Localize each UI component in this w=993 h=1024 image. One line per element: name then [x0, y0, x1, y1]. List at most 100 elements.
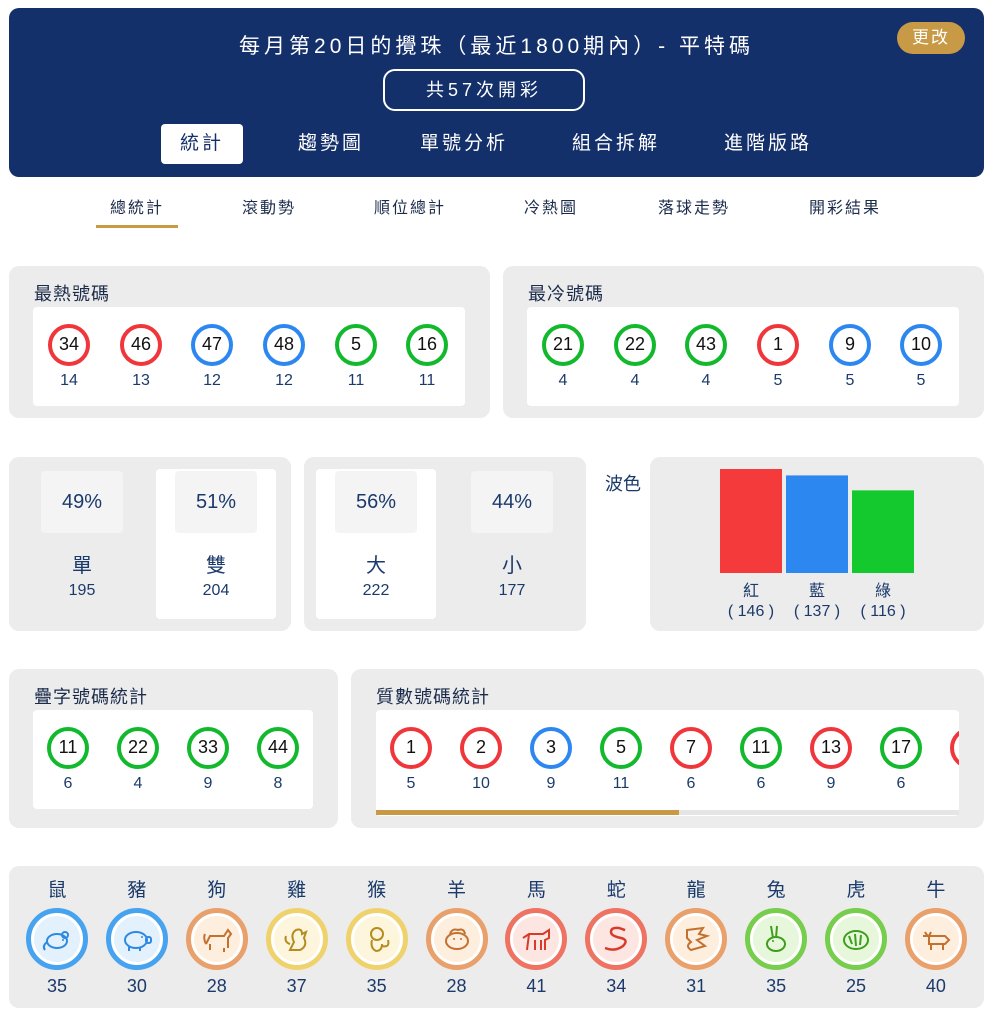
- even-percent: 51%: [175, 471, 257, 533]
- number-ball: 17: [880, 727, 922, 769]
- list-item[interactable]: 5 11: [326, 324, 386, 390]
- list-item[interactable]: 22 4: [108, 727, 168, 793]
- snake-icon: [604, 926, 628, 951]
- subtab-rolling[interactable]: 滾動勢: [228, 192, 310, 228]
- sub-tabs: 總統計 滾動勢 順位總計 冷熱圖 落球走勢 開彩結果: [0, 192, 993, 232]
- pig-icon: [123, 931, 152, 951]
- prime-numbers-list[interactable]: 15 2 10 39 5 11 76 11 6 13 9 17 6: [376, 710, 959, 816]
- list-item[interactable]: 48 12: [254, 324, 314, 390]
- subtab-rank-total[interactable]: 順位總計: [364, 192, 456, 228]
- tab-trend-chart[interactable]: 趨勢圖: [271, 124, 391, 164]
- subtab-results[interactable]: 開彩結果: [798, 192, 892, 228]
- list-item[interactable]: 33 9: [178, 727, 238, 793]
- goat-icon: [433, 916, 480, 962]
- zodiac-item[interactable]: 馬 41: [503, 877, 569, 997]
- number-ball: 47: [191, 324, 233, 366]
- wave-value-label: ( 116 ): [860, 603, 905, 620]
- zodiac-badge: [745, 908, 808, 970]
- wave-bar: [852, 490, 914, 573]
- number-ball: 33: [187, 727, 229, 769]
- zodiac-item[interactable]: 雞 37: [264, 877, 330, 997]
- small-label: 小: [502, 555, 522, 577]
- hit-count: 5: [773, 372, 783, 389]
- list-item[interactable]: 43 4: [676, 324, 736, 390]
- hit-count: 11: [418, 372, 436, 389]
- wave-category-label: 紅: [743, 582, 759, 600]
- wave-color-panel: 紅 ( 146 ) 藍 ( 137 ) 綠 ( 116 ): [650, 457, 984, 631]
- prime-scrollbar-thumb[interactable]: [376, 810, 679, 815]
- page-title: 每月第20日的攪珠（最近1800期內）- 平特碼: [239, 35, 754, 58]
- number-ball: 11: [47, 727, 89, 769]
- subtab-heatmap[interactable]: 冷熱圖: [510, 192, 592, 228]
- list-item[interactable]: 17 6: [871, 727, 931, 793]
- number-ball: 21: [542, 324, 584, 366]
- tab-advanced-road[interactable]: 進階版路: [707, 124, 829, 164]
- list-item[interactable]: 13 9: [801, 727, 861, 793]
- rat-icon: [34, 916, 80, 962]
- list-item[interactable]: 16 11: [397, 324, 457, 390]
- subtab-overall[interactable]: 總統計: [96, 192, 178, 228]
- list-item[interactable]: 95: [820, 324, 880, 390]
- zodiac-item[interactable]: 蛇 34: [583, 877, 649, 997]
- zodiac-item[interactable]: 羊 28: [424, 877, 490, 997]
- even-label: 雙: [206, 555, 226, 577]
- list-item[interactable]: 46 13: [111, 324, 171, 390]
- list-item[interactable]: 10 5: [891, 324, 951, 390]
- list-item[interactable]: 11 6: [731, 727, 791, 793]
- list-item[interactable]: 5 11: [591, 727, 651, 793]
- zodiac-item[interactable]: 龍 31: [663, 877, 729, 997]
- list-item[interactable]: 34 14: [39, 324, 99, 390]
- zodiac-badge: [26, 908, 88, 970]
- subtab-ball-trend[interactable]: 落球走勢: [646, 192, 742, 228]
- hot-numbers-title: 最熱號碼: [34, 284, 110, 304]
- list-item[interactable]: 15: [381, 727, 441, 793]
- hit-count: 6: [756, 775, 766, 792]
- list-item-partial[interactable]: [941, 727, 959, 774]
- list-item[interactable]: 21 4: [533, 324, 593, 390]
- hot-numbers-list: 34 14 46 13 47 12 48 12 5 11 16 11: [33, 307, 465, 406]
- number-ball: 34: [48, 324, 90, 366]
- list-item[interactable]: 15: [748, 324, 808, 390]
- zodiac-badge: [425, 908, 488, 970]
- wave-value-label: ( 146 ): [728, 603, 774, 620]
- zodiac-item[interactable]: 猴 35: [344, 877, 410, 997]
- number-ball: 13: [810, 727, 852, 769]
- hit-count: 6: [896, 775, 906, 792]
- repeat-numbers-panel: 疊字號碼統計 11 6 22 4 33 9 44 8: [9, 669, 338, 828]
- list-item[interactable]: 11 6: [38, 727, 98, 793]
- list-item[interactable]: 39: [521, 727, 581, 793]
- zodiac-item[interactable]: 鼠 35: [24, 877, 90, 997]
- main-tabs: 統計 趨勢圖 單號分析 組合拆解 進階版路: [9, 124, 984, 164]
- zodiac-item[interactable]: 狗 28: [184, 877, 250, 997]
- number-ball: 3: [530, 727, 572, 769]
- cold-numbers-list: 21 4 22 4 43 4 15 95 10 5: [527, 307, 959, 406]
- list-item[interactable]: 22 4: [605, 324, 665, 390]
- list-item[interactable]: 76: [661, 727, 721, 793]
- zodiac-item[interactable]: 牛 40: [903, 877, 969, 997]
- tab-single-analysis[interactable]: 單號分析: [403, 124, 525, 164]
- hit-count: 4: [630, 372, 640, 389]
- number-ball: 22: [614, 324, 656, 366]
- rabbit-icon: [753, 916, 800, 962]
- number-ball: 5: [600, 727, 642, 769]
- wave-color-chart: 紅 ( 146 ) 藍 ( 137 ) 綠 ( 116 ): [720, 469, 914, 620]
- snake-icon: [593, 916, 640, 962]
- list-item[interactable]: 44 8: [248, 727, 308, 793]
- tab-statistics[interactable]: 統計: [161, 124, 243, 164]
- odd-count: 195: [68, 582, 96, 599]
- zodiac-item[interactable]: 豬 30: [104, 877, 170, 997]
- list-item[interactable]: 47 12: [182, 324, 242, 390]
- tab-combination[interactable]: 組合拆解: [555, 124, 677, 164]
- zodiac-count: 25: [845, 976, 867, 996]
- number-ball: 11: [740, 727, 782, 769]
- hit-count: 11: [347, 372, 365, 389]
- number-ball: 9: [829, 324, 871, 366]
- prime-scrollbar[interactable]: [376, 810, 959, 815]
- wave-color-title: 波色: [605, 474, 641, 494]
- zodiac-item[interactable]: 兔 35: [743, 877, 809, 997]
- zodiac-item[interactable]: 虎 25: [823, 877, 889, 997]
- change-button[interactable]: 更改: [897, 22, 965, 54]
- list-item[interactable]: 2 10: [451, 727, 511, 793]
- hit-count: 8: [273, 775, 283, 792]
- zodiac-count: 35: [366, 976, 387, 996]
